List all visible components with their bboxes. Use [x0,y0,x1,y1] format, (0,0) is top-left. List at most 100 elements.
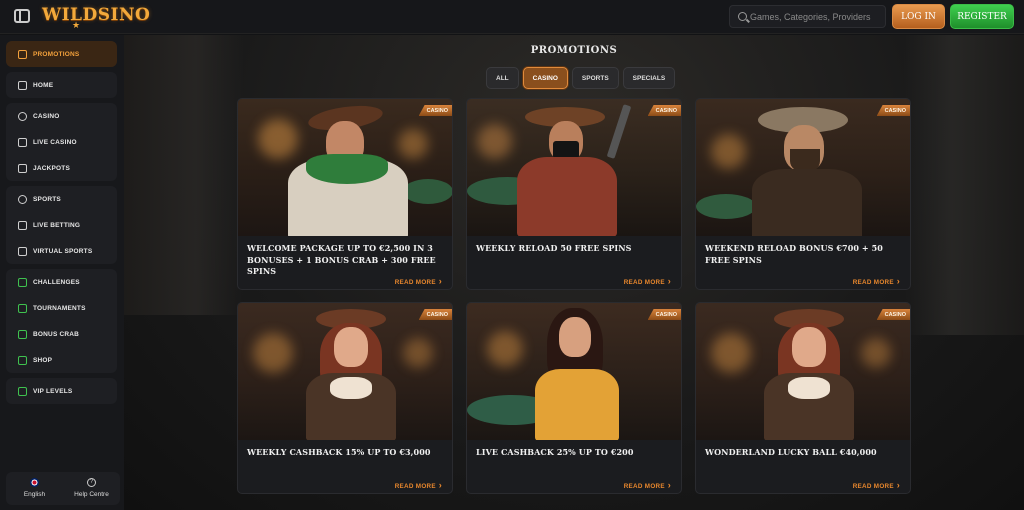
casino-badge: CASINO [418,105,452,116]
sidebar-item-label: BONUS CRAB [33,330,80,338]
promo-title: WELCOME PACKAGE UP TO €2,500 IN 3 BONUSE… [247,243,436,276]
uk-flag-icon [30,478,39,487]
search-box[interactable] [729,5,886,28]
promo-card[interactable]: CASINO WEEKEND RELOAD BONUS €700 + 50 FR… [695,98,911,290]
promo-card[interactable]: CASINO WELCOME PACKAGE UP TO €2,500 IN 3… [237,98,453,290]
sidebar-item-live-betting[interactable]: LIVE BETTING [6,212,117,238]
sidebar-item-label: HOME [33,81,54,89]
sidebar-item-bonus-crab[interactable]: BONUS CRAB [6,321,117,347]
sidebar-item-label: SPORTS [33,195,61,203]
help-icon: ? [87,478,96,487]
promo-image-cowgirl-lucky-ball: CASINO [696,303,910,440]
top-bar: WILDSINO ★ LOG IN REGISTER [0,0,1024,34]
sidebar-item-label: VIP LEVELS [33,387,73,395]
promo-title: LIVE CASHBACK 25% UP TO €200 [476,447,634,457]
promo-title: WEEKLY CASHBACK 15% UP TO €3,000 [247,447,431,457]
background-art-left [124,35,244,315]
sidebar-item-sports[interactable]: SPORTS [6,186,117,212]
promo-card[interactable]: CASINO WONDERLAND LUCKY BALL €40,000 REA… [695,302,911,494]
sidebar-item-virtual-sports[interactable]: VIRTUAL SPORTS [6,238,117,264]
casino-badge: CASINO [647,105,681,116]
sidebar-item-label: CHALLENGES [33,278,80,286]
shop-icon [18,355,27,365]
language-label: English [23,491,46,498]
read-more-link[interactable]: READ MORE [395,276,442,286]
casino-badge: CASINO [876,105,910,116]
casino-badge: CASINO [876,309,910,320]
sidebar-item-label: VIRTUAL SPORTS [33,247,93,255]
read-more-link[interactable]: READ MORE [853,276,900,286]
help-centre-link[interactable]: ? Help Centre [63,472,120,505]
sidebar-item-home[interactable]: HOME [6,72,117,98]
sidebar-group-promotions: PROMOTIONS [6,41,117,67]
virtual-sports-icon [18,246,27,256]
sidebar-item-shop[interactable]: SHOP [6,347,117,373]
search-icon [738,12,747,21]
promo-card[interactable]: CASINO WEEKLY RELOAD 50 FREE SPINS READ … [466,98,682,290]
sidebar-item-challenges[interactable]: CHALLENGES [6,269,117,295]
logo[interactable]: WILDSINO [42,5,150,25]
trophy-icon [18,303,27,313]
promo-title: WEEKEND RELOAD BONUS €700 + 50 FREE SPIN… [705,243,883,265]
read-more-link[interactable]: READ MORE [624,480,671,490]
sidebar-footer: English ? Help Centre [6,472,120,505]
gift-icon [18,49,27,59]
casino-chip-icon [18,111,27,121]
sidebar-item-label: PROMOTIONS [33,50,80,58]
sidebar-item-label: SHOP [33,356,53,364]
background-art-right [904,35,1024,335]
sidebar-item-label: LIVE CASINO [33,138,77,146]
sidebar-group-casino: CASINO LIVE CASINO JACKPOTS [6,103,117,181]
promo-tabs: ALL CASINO SPORTS SPECIALS [486,67,676,89]
sidebar-item-tournaments[interactable]: TOURNAMENTS [6,295,117,321]
register-button[interactable]: REGISTER [950,4,1014,29]
main-content: PROMOTIONS ALL CASINO SPORTS SPECIALS CA… [124,35,1024,510]
login-button[interactable]: LOG IN [892,4,945,29]
logo-star-icon: ★ [72,20,81,30]
live-betting-icon [18,220,27,230]
sidebar-item-vip-levels[interactable]: VIP LEVELS [6,378,117,404]
sidebar-toggle-icon[interactable] [14,9,30,23]
promo-title: WONDERLAND LUCKY BALL €40,000 [705,447,877,457]
challenges-icon [18,277,27,287]
sidebar-item-label: JACKPOTS [33,164,70,172]
promo-image-live-dealer: CASINO [467,303,681,440]
promo-image-cowgirl-revolver: CASINO [238,303,452,440]
promo-card[interactable]: CASINO WEEKLY CASHBACK 15% UP TO €3,000 … [237,302,453,494]
tab-all[interactable]: ALL [486,67,519,89]
live-casino-icon [18,137,27,147]
sidebar-item-label: TOURNAMENTS [33,304,86,312]
tab-casino[interactable]: CASINO [522,67,568,89]
promo-image-cowboy-pipe: CASINO [696,99,910,236]
ball-icon [18,194,27,204]
sidebar-group-rewards: CHALLENGES TOURNAMENTS BONUS CRAB SHOP [6,269,117,373]
read-more-link[interactable]: READ MORE [853,480,900,490]
search-input[interactable] [750,8,882,25]
sidebar-item-promotions[interactable]: PROMOTIONS [6,41,117,67]
sidebar-item-label: LIVE BETTING [33,221,81,229]
read-more-link[interactable]: READ MORE [624,276,671,286]
tab-specials[interactable]: SPECIALS [622,67,676,89]
sidebar-item-label: CASINO [33,112,60,120]
sidebar-group-sports: SPORTS LIVE BETTING VIRTUAL SPORTS [6,186,117,264]
read-more-link[interactable]: READ MORE [395,480,442,490]
page-title: PROMOTIONS [530,45,618,56]
jackpot-icon [18,163,27,173]
casino-badge: CASINO [418,309,452,320]
tab-sports[interactable]: SPORTS [571,67,619,89]
vip-icon [18,386,27,396]
promo-card[interactable]: CASINO LIVE CASHBACK 25% UP TO €200 READ… [466,302,682,494]
casino-badge: CASINO [647,309,681,320]
promo-title: WEEKLY RELOAD 50 FREE SPINS [476,243,632,253]
sidebar-group-home: HOME [6,72,117,98]
sidebar: PROMOTIONS HOME CASINO LIVE CASINO JACKP… [0,35,124,510]
sidebar-item-jackpots[interactable]: JACKPOTS [6,155,117,181]
sidebar-item-live-casino[interactable]: LIVE CASINO [6,129,117,155]
language-selector[interactable]: English [6,472,63,505]
sidebar-group-vip: VIP LEVELS [6,378,117,404]
help-label: Help Centre [74,491,109,498]
bonus-crab-icon [18,329,27,339]
promo-image-cowboy-green-scarf: CASINO [238,99,452,236]
sidebar-item-casino[interactable]: CASINO [6,103,117,129]
home-icon [18,80,27,90]
